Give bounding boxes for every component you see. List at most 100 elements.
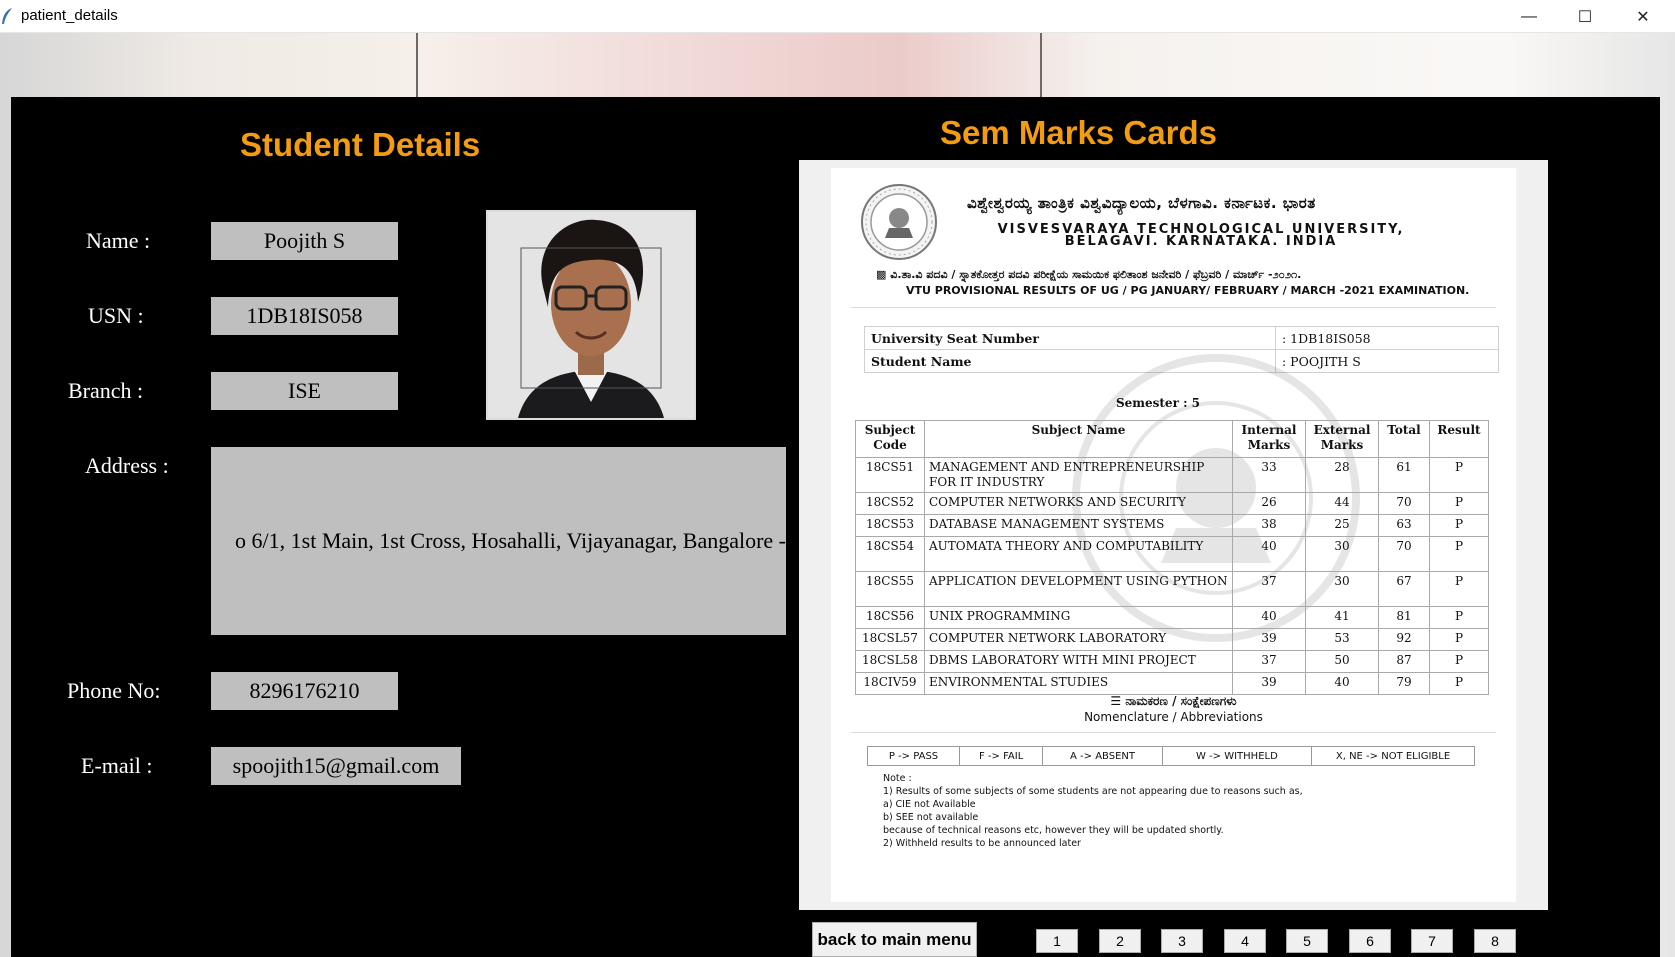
page-button-6[interactable]: 6 — [1349, 929, 1391, 953]
result: P — [1429, 650, 1489, 673]
result: P — [1429, 606, 1489, 629]
marks-table: Subject Code Subject Name Internal Marks… — [855, 420, 1489, 695]
abbreviations-table: P -> PASS F -> FAIL A -> ABSENT W -> WIT… — [866, 746, 1475, 766]
internal-marks: 38 — [1232, 514, 1306, 537]
table-row: University Seat Number : 1DB18IS058 — [864, 326, 1499, 350]
nomenclature-title-english: Nomenclature / Abbreviations — [1084, 710, 1263, 724]
table-row: 18CS53 DATABASE MANAGEMENT SYSTEMS 38 25… — [855, 514, 1489, 537]
subject-code: 18CSL57 — [855, 628, 925, 651]
internal-marks: 26 — [1232, 492, 1306, 515]
subject-name: DBMS LABORATORY WITH MINI PROJECT — [924, 650, 1233, 673]
notes-text: Note : 1) Results of some subjects of so… — [883, 773, 1303, 849]
subject-name: APPLICATION DEVELOPMENT USING PYTHON — [924, 571, 1233, 607]
result: P — [1429, 536, 1489, 572]
marks-card-heading: Sem Marks Cards — [940, 114, 1217, 151]
feather-icon — [2, 8, 12, 24]
internal-marks: 39 — [1232, 628, 1306, 651]
table-row: 18CIV59 ENVIRONMENTAL STUDIES 39 40 79 P — [855, 672, 1489, 695]
subject-code: 18CS56 — [855, 606, 925, 629]
minimize-button[interactable]: — — [1503, 0, 1555, 33]
page-button-7[interactable]: 7 — [1411, 929, 1453, 953]
marks-table-header: Subject Code Subject Name Internal Marks… — [855, 420, 1489, 458]
result: P — [1429, 628, 1489, 651]
email-field[interactable]: spoojith15@gmail.com — [211, 747, 461, 785]
semester-label: Semester : 5 — [1116, 396, 1201, 410]
page-button-5[interactable]: 5 — [1286, 929, 1328, 953]
internal-marks: 33 — [1232, 457, 1306, 493]
total-marks: 81 — [1378, 606, 1430, 629]
internal-marks: 39 — [1232, 672, 1306, 695]
name-label: Name : — [86, 228, 151, 253]
divider — [851, 307, 1496, 308]
external-marks: 30 — [1305, 571, 1379, 607]
external-marks: 25 — [1305, 514, 1379, 537]
internal-marks: 37 — [1232, 650, 1306, 673]
university-name-line-2: BELAGAVI. KARNATAKA. INDIA — [1064, 234, 1338, 249]
back-to-main-menu-button[interactable]: back to main menu — [812, 922, 977, 957]
subject-code: 18CSL58 — [855, 650, 925, 673]
result: P — [1429, 672, 1489, 695]
subject-code: 18CS51 — [855, 457, 925, 493]
result: P — [1429, 514, 1489, 537]
phone-label: Phone No: — [67, 678, 161, 703]
phone-field[interactable]: 8296176210 — [211, 672, 398, 710]
usn-field[interactable]: 1DB18IS058 — [211, 297, 398, 335]
address-label: Address : — [85, 453, 169, 478]
subject-code: 18CIV59 — [855, 672, 925, 695]
university-name-kannada: ವಿಶ್ವೇಶ್ವರಯ್ಯ ತಾಂತ್ರಿಕ ವಿಶ್ವವಿದ್ಯಾಲಯ, ಬೆ… — [967, 194, 1316, 212]
table-row: 18CS52 COMPUTER NETWORKS AND SECURITY 26… — [855, 492, 1489, 515]
external-marks: 41 — [1305, 606, 1379, 629]
address-text: o 6/1, 1st Main, 1st Cross, Hosahalli, V… — [235, 528, 786, 553]
total-marks: 61 — [1378, 457, 1430, 493]
external-marks: 40 — [1305, 672, 1379, 695]
address-field[interactable]: o 6/1, 1st Main, 1st Cross, Hosahalli, V… — [211, 447, 786, 635]
total-marks: 92 — [1378, 628, 1430, 651]
window-title: patient_details — [21, 7, 118, 24]
results-title-english: VTU PROVISIONAL RESULTS OF UG / PG JANUA… — [906, 284, 1470, 297]
external-marks: 44 — [1305, 492, 1379, 515]
subject-code: 18CS52 — [855, 492, 925, 515]
maximize-button[interactable]: ☐ — [1559, 0, 1611, 33]
result: P — [1429, 457, 1489, 493]
abbreviation: W -> WITHHELD — [1161, 746, 1313, 766]
name-field[interactable]: Poojith S — [211, 222, 398, 260]
branch-field[interactable]: ISE — [211, 372, 398, 410]
result: P — [1429, 492, 1489, 515]
seat-number-label: University Seat Number — [864, 326, 1276, 350]
abbreviation: P -> PASS — [866, 746, 961, 766]
total-marks: 63 — [1378, 514, 1430, 537]
usn-label: USN : — [88, 303, 144, 328]
close-button[interactable]: ✕ — [1617, 0, 1669, 33]
university-name-english: VISVESVARAYA TECHNOLOGICAL UNIVERSITY, B… — [951, 223, 1451, 249]
internal-marks: 37 — [1232, 571, 1306, 607]
column-header: Result — [1429, 420, 1489, 458]
page-button-8[interactable]: 8 — [1474, 929, 1516, 953]
subject-name: ENVIRONMENTAL STUDIES — [924, 672, 1233, 695]
total-marks: 70 — [1378, 492, 1430, 515]
external-marks: 30 — [1305, 536, 1379, 572]
abbreviation: X, NE -> NOT ELIGIBLE — [1311, 746, 1475, 766]
page-button-1[interactable]: 1 — [1036, 929, 1078, 953]
column-header: Total — [1378, 420, 1430, 458]
nomenclature-title-kannada: ☰ ನಾಮಕರಣ / ಸಂಕ್ಷೇಪಣಗಳು — [1110, 694, 1237, 708]
results-title-kannada: ▩ ವಿ.ತಾ.ವಿ ಪದವಿ / ಸ್ನಾತಕೋತ್ತರ ಪದವಿ ಪರೀಕ್… — [876, 268, 1302, 281]
window-titlebar: patient_details — ☐ ✕ — [0, 0, 1675, 33]
background-detail — [416, 33, 418, 98]
branch-label: Branch : — [68, 378, 144, 403]
marks-card-image: ವಿಶ್ವೇಶ್ವರಯ್ಯ ತಾಂತ್ರಿಕ ವಿಶ್ವವಿದ್ಯಾಲಯ, ಬೆ… — [799, 160, 1548, 910]
table-row: 18CS51 MANAGEMENT AND ENTREPRENEURSHIP F… — [855, 457, 1489, 493]
total-marks: 67 — [1378, 571, 1430, 607]
total-marks: 79 — [1378, 672, 1430, 695]
page-button-4[interactable]: 4 — [1224, 929, 1266, 953]
subject-code: 18CS53 — [855, 514, 925, 537]
email-label: E-mail : — [81, 753, 153, 778]
column-header: Subject Code — [855, 420, 925, 458]
page-button-2[interactable]: 2 — [1099, 929, 1141, 953]
table-row: 18CSL57 COMPUTER NETWORK LABORATORY 39 5… — [855, 628, 1489, 651]
divider — [851, 732, 1496, 733]
subject-code: 18CS54 — [855, 536, 925, 572]
external-marks: 53 — [1305, 628, 1379, 651]
page-button-3[interactable]: 3 — [1161, 929, 1203, 953]
external-marks: 50 — [1305, 650, 1379, 673]
background-detail — [1040, 33, 1042, 98]
